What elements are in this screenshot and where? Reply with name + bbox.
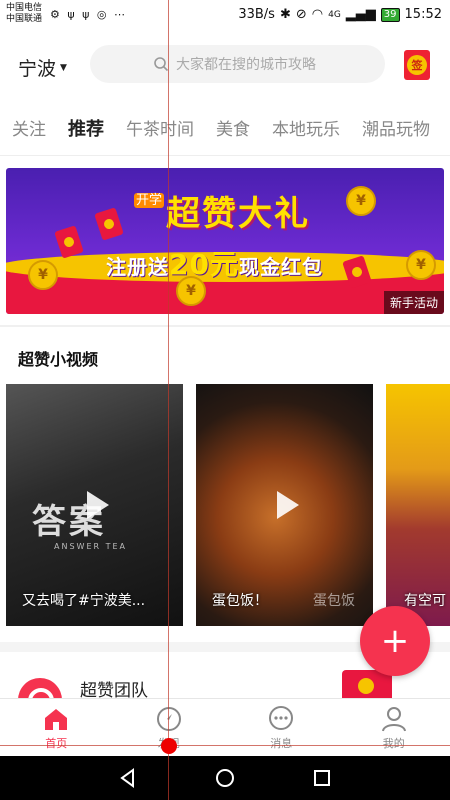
home-circle-icon[interactable] <box>214 767 236 789</box>
battery-icon: 39 <box>380 7 400 22</box>
banner-tag: 新手活动 <box>383 291 444 314</box>
chat-icon <box>269 706 294 730</box>
touch-indicator <box>161 738 177 754</box>
red-envelope-icon <box>54 225 84 259</box>
video-watermark: 蛋包饭 <box>313 593 355 609</box>
app-header: 宁波 ▼ 大家都在搜的城市攻略 签 <box>0 40 450 90</box>
search-bar[interactable]: 大家都在搜的城市攻略 <box>90 45 385 83</box>
status-right: 33B/s ✱ ⊘ ◠ 4G ▂▄▆ 39 15:52 <box>238 7 442 22</box>
nav-me[interactable]: 我的 <box>338 699 450 756</box>
add-post-button[interactable]: + <box>360 606 430 676</box>
search-placeholder: 大家都在搜的城市攻略 <box>176 57 316 73</box>
nav-label: 我的 <box>382 737 405 750</box>
coin-icon: ¥ <box>28 260 58 290</box>
bottom-nav: 首页 发现 消息 我的 <box>0 698 450 756</box>
tab-afternoon-tea[interactable]: 午茶时间 <box>126 115 194 140</box>
video-card[interactable]: 答案 ANSWER TEA 又去喝了#宁波美... <box>6 384 183 626</box>
notification-icons: ⚙ ψ ψ ◎ ⋯ <box>50 8 127 21</box>
tab-food[interactable]: 美食 <box>216 115 250 140</box>
tab-trendy[interactable]: 潮品玩物 <box>362 115 430 140</box>
banner-subtitle: 注册送20元现金红包 <box>106 243 323 283</box>
banner-title-text: 超赞大礼 <box>166 194 310 234</box>
coin-icon: ¥ <box>406 250 436 280</box>
signal-icon: ▂▄▆ <box>345 7 376 22</box>
tab-follow[interactable]: 关注 <box>12 115 46 140</box>
nav-home[interactable]: 首页 <box>0 699 113 756</box>
checkin-icon[interactable]: 签 <box>404 50 430 80</box>
play-icon <box>276 491 299 519</box>
status-bar: 中国电信 中国联通 ⚙ ψ ψ ◎ ⋯ 33B/s ✱ ⊘ ◠ 4G ▂▄▆ 3… <box>0 0 450 32</box>
tab-local-fun[interactable]: 本地玩乐 <box>272 115 340 140</box>
play-icon <box>86 491 109 519</box>
caret-down-icon: ▼ <box>60 62 67 73</box>
banner-title: 超赞大礼 <box>166 186 310 235</box>
city-name: 宁波 <box>18 58 57 80</box>
nav-messages[interactable]: 消息 <box>225 699 338 756</box>
mute-icon: ⊘ <box>295 7 307 22</box>
banner-sub-suffix: 现金红包 <box>238 255 323 279</box>
banner-pretitle: 开学 <box>134 193 164 208</box>
back-icon[interactable] <box>117 767 139 789</box>
section-title: 超赞小视频 <box>18 350 99 369</box>
home-icon <box>45 709 68 730</box>
city-selector[interactable]: 宁波 ▼ <box>18 54 67 81</box>
video-card[interactable]: 有空可 <box>386 384 450 626</box>
carrier-1: 中国电信 <box>6 3 43 13</box>
section-divider <box>0 325 450 327</box>
carrier-2: 中国联通 <box>6 14 43 24</box>
search-icon <box>154 57 169 72</box>
nav-label: 首页 <box>45 737 68 750</box>
shop-sign-sub: ANSWER TEA <box>54 542 128 551</box>
banner-amount: 20元 <box>169 248 239 281</box>
video-caption: 又去喝了#宁波美... <box>22 593 146 609</box>
video-card[interactable]: 蛋包饭！ 蛋包饭 <box>196 384 373 626</box>
carrier-info: 中国电信 中国联通 <box>6 3 42 25</box>
wifi-icon: ◠ <box>311 7 324 22</box>
clock: 15:52 <box>404 7 442 22</box>
user-icon <box>381 707 406 732</box>
banner-sub-prefix: 注册送 <box>106 255 169 279</box>
pointer-guide-vertical <box>168 0 169 800</box>
coin-icon: ¥ <box>346 186 376 216</box>
bluetooth-icon: ✱ <box>279 7 291 22</box>
video-caption: 有空可 <box>404 593 446 609</box>
recents-icon[interactable] <box>311 767 333 789</box>
system-nav-bar <box>0 756 450 800</box>
promo-banner[interactable]: ¥ ¥ ¥ ¥ 开学 超赞大礼 注册送20元现金红包 新手活动 <box>6 168 444 314</box>
network-speed: 33B/s <box>238 7 275 22</box>
video-caption: 蛋包饭！ <box>212 593 268 609</box>
nav-label: 消息 <box>270 737 293 750</box>
tab-recommend[interactable]: 推荐 <box>68 115 104 141</box>
category-tabs: 关注 推荐 午茶时间 美食 本地玩乐 潮品玩物 <box>0 100 450 156</box>
pointer-guide-horizontal <box>0 745 450 746</box>
red-envelope-icon <box>94 207 124 241</box>
network-type: 4G <box>328 9 341 20</box>
